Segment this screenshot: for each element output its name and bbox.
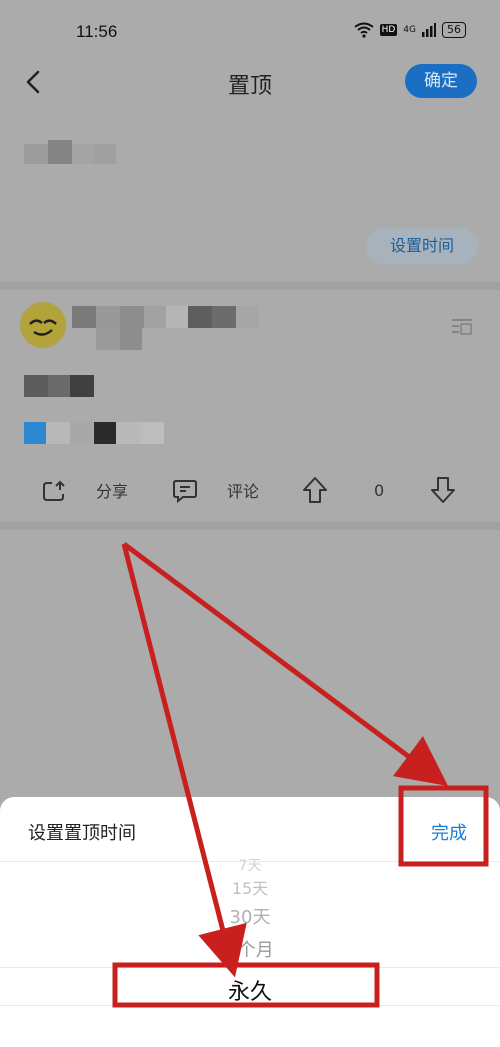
section-divider [0,282,500,290]
share-label: 分享 [96,482,129,501]
battery-icon: 56 [442,22,466,38]
blurred-post-text [48,375,70,397]
post-action-bar: 分享 评论 0 [0,470,500,510]
confirm-button[interactable]: 确定 [405,64,477,98]
picker-option[interactable]: 6个月 [0,936,500,962]
signal-label: 4G [403,25,416,35]
picker-option[interactable]: 15天 [0,875,500,899]
blurred-username [166,306,188,328]
share-icon [43,480,65,501]
blurred-text [72,144,94,164]
sheet-title: 设置置顶时间 [28,823,136,844]
pinned-content-block: 设置时间 [0,112,500,282]
blurred-link-text [70,422,94,444]
blurred-username [72,306,96,328]
upvote-button[interactable] [300,470,330,510]
comment-button[interactable]: 评论 [171,470,259,510]
status-time: 11:56 [76,22,118,41]
blurred-username [144,306,166,328]
header: 置顶 确定 [0,60,500,104]
set-time-button[interactable]: 设置时间 [366,228,478,264]
blurred-username [120,306,144,328]
share-button[interactable]: 分享 [40,470,128,510]
thumb-up-icon [303,477,327,503]
vote-count: 0 [374,480,385,500]
blurred-username [188,306,212,328]
picker-option[interactable]: 30天 [0,903,500,929]
blurred-subtitle [120,328,142,350]
avatar[interactable] [20,302,66,348]
blurred-link-text [94,422,116,444]
blurred-post-text [70,375,94,397]
manage-icon[interactable] [450,315,474,337]
blurred-text [24,144,48,164]
set-pin-time-sheet: 设置置顶时间 完成 7天 15天 30天 6个月 永久 [0,797,500,1047]
annotation-arrow [122,541,449,786]
done-button[interactable]: 完成 [431,819,467,845]
picker-option-selected[interactable]: 永久 [0,974,500,1006]
blurred-username [96,306,120,328]
blurred-text [94,144,116,164]
blurred-username [212,306,236,328]
screen: 11:56 HD 4G 56 置顶 确定 设置时间 分享 评论 0 设置置顶时间… [0,0,500,1047]
blurred-link-text [140,422,164,444]
downvote-button[interactable] [428,470,458,510]
smiley-face-icon [24,306,62,344]
blurred-text [48,140,72,164]
wifi-icon [353,22,374,38]
hd-badge: HD [379,24,398,36]
comment-label: 评论 [227,482,260,501]
blurred-link-text [46,422,70,444]
blurred-link-text [24,422,46,444]
status-bar: 11:56 HD 4G 56 [0,0,500,60]
blurred-post-text [24,375,48,397]
picker-option[interactable]: 7天 [0,855,500,875]
blurred-link-text [116,422,140,444]
comment-icon [173,480,197,504]
blurred-username [236,306,258,328]
status-icons: HD 4G 56 [353,22,466,38]
signal-icon [422,23,436,37]
section-divider [0,522,500,530]
picker-selection-line-top [0,967,500,968]
picker-selection-line-bottom [0,1005,500,1006]
blurred-subtitle [96,328,120,350]
thumb-down-icon [431,477,455,503]
